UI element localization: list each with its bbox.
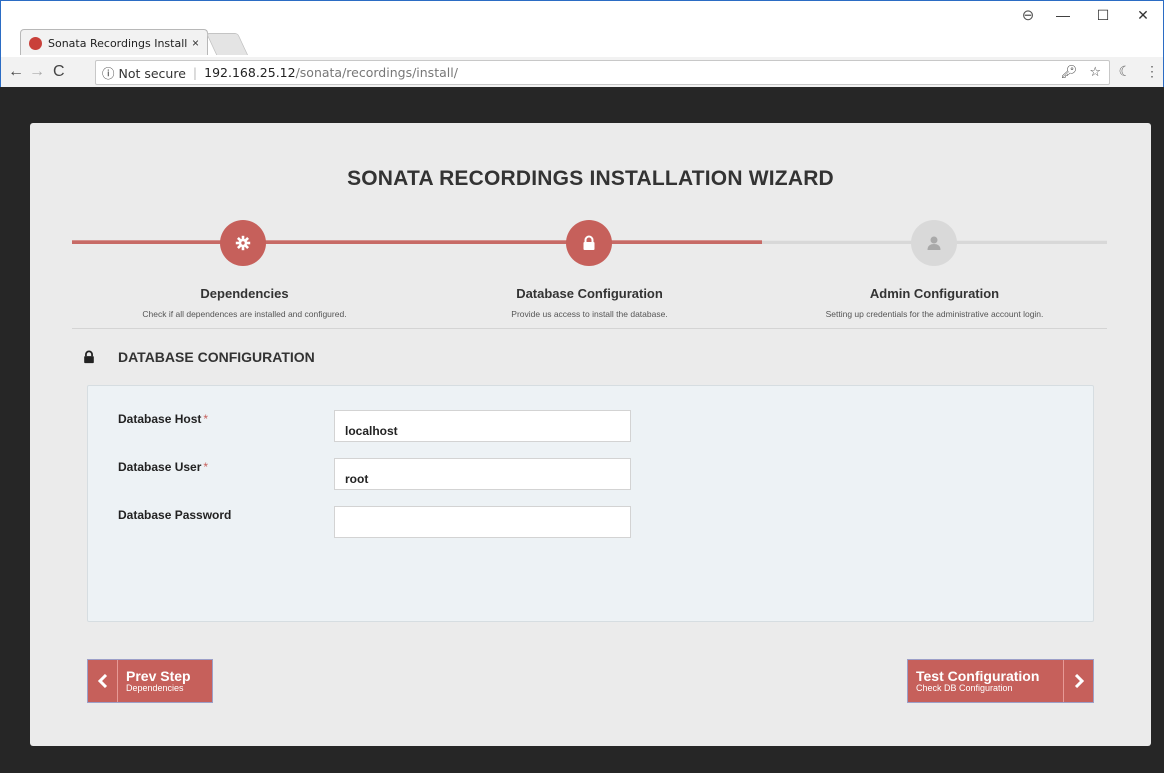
step-name: Database Configuration: [516, 286, 663, 301]
database-password-label: Database Password: [118, 508, 318, 522]
lock-icon: [84, 350, 94, 364]
favicon-icon: [29, 36, 42, 50]
wizard-title: SONATA RECORDINGS INSTALLATION WIZARD: [347, 167, 834, 190]
new-tab-button[interactable]: [205, 33, 249, 55]
step-description: Check if all dependences are installed a…: [142, 309, 347, 319]
database-password-input[interactable]: [334, 506, 631, 538]
prev-step-sublabel: Dependencies: [126, 683, 184, 693]
key-icon[interactable]: 🔑︎: [1061, 65, 1078, 80]
back-arrow-icon[interactable]: ←: [8, 63, 24, 81]
step-name: Dependencies: [200, 286, 289, 301]
test-configuration-button[interactable]: Test Configuration Check DB Configuratio…: [907, 659, 1094, 703]
tab-bar: Sonata Recordings Install × ⊖ — ☐ ✕: [1, 1, 1163, 57]
menu-kebab-icon[interactable]: ⋮: [1145, 63, 1159, 79]
label-text: Database Host: [118, 412, 202, 426]
minimize-button[interactable]: —: [1043, 7, 1083, 23]
step-admin-configuration: Admin Configuration Setting up credentia…: [762, 286, 1107, 319]
chevron-left-icon: [88, 660, 118, 702]
progress-completed: [72, 240, 762, 244]
forward-arrow-icon[interactable]: →: [29, 63, 45, 81]
step-database-lock-icon[interactable]: [566, 220, 612, 266]
url-path: /sonata/recordings/install/: [295, 65, 458, 80]
prev-step-label: Prev Step: [126, 668, 191, 684]
test-configuration-sublabel: Check DB Configuration: [916, 683, 1013, 693]
security-indicator[interactable]: ⓘ Not secure: [102, 63, 186, 82]
page-background: SONATA RECORDINGS INSTALLATION WIZARD De…: [0, 87, 1164, 773]
database-user-input[interactable]: [334, 458, 631, 490]
database-form: Database Host* Database User* Database P…: [87, 385, 1094, 622]
url-host: 192.168.25.12: [204, 65, 296, 80]
browser-chrome: Sonata Recordings Install × ⊖ — ☐ ✕ ← → …: [0, 0, 1164, 88]
chevron-right-icon: [1063, 660, 1093, 702]
step-dependencies: Dependencies Check if all dependences ar…: [72, 286, 417, 319]
required-mark: *: [203, 412, 209, 426]
step-admin-user-icon[interactable]: [911, 220, 957, 266]
account-icon[interactable]: ⊖: [1013, 6, 1043, 24]
prev-step-button[interactable]: Prev Step Dependencies: [87, 659, 213, 703]
database-host-input[interactable]: [334, 410, 631, 442]
step-name: Admin Configuration: [869, 286, 1000, 301]
address-separator: |: [192, 65, 198, 80]
label-text: Database Password: [118, 508, 232, 522]
step-database-configuration: Database Configuration Provide us access…: [417, 286, 762, 319]
wizard-card: SONATA RECORDINGS INSTALLATION WIZARD De…: [30, 123, 1151, 746]
divider: [72, 328, 1107, 329]
address-bar[interactable]: ⓘ Not secure | 192.168.25.12 /sonata/rec…: [95, 60, 1110, 85]
required-mark: *: [203, 460, 209, 474]
section-header: DATABASE CONFIGURATION: [82, 349, 315, 365]
window-controls: ⊖ — ☐ ✕: [1013, 1, 1163, 29]
step-description: Setting up credentials for the administr…: [825, 309, 1044, 319]
database-user-label: Database User *: [118, 460, 318, 474]
step-dependencies-gear-icon[interactable]: [220, 220, 266, 266]
extension-icon[interactable]: ☾: [1119, 63, 1132, 79]
browser-tab[interactable]: Sonata Recordings Install ×: [20, 29, 208, 55]
section-title: DATABASE CONFIGURATION: [118, 349, 315, 365]
database-host-label: Database Host *: [118, 412, 318, 426]
tab-close-icon[interactable]: ×: [192, 36, 199, 50]
test-configuration-label: Test Configuration: [916, 668, 1040, 684]
step-description: Provide us access to install the databas…: [511, 309, 668, 319]
browser-toolbar: ← → C ⓘ Not secure | 192.168.25.12 /sona…: [1, 57, 1163, 88]
tab-title: Sonata Recordings Install: [48, 36, 188, 50]
close-window-button[interactable]: ✕: [1123, 7, 1163, 24]
reload-icon[interactable]: C: [53, 63, 65, 81]
bookmark-star-icon[interactable]: ☆: [1089, 65, 1101, 80]
maximize-button[interactable]: ☐: [1083, 7, 1123, 24]
label-text: Database User: [118, 460, 202, 474]
